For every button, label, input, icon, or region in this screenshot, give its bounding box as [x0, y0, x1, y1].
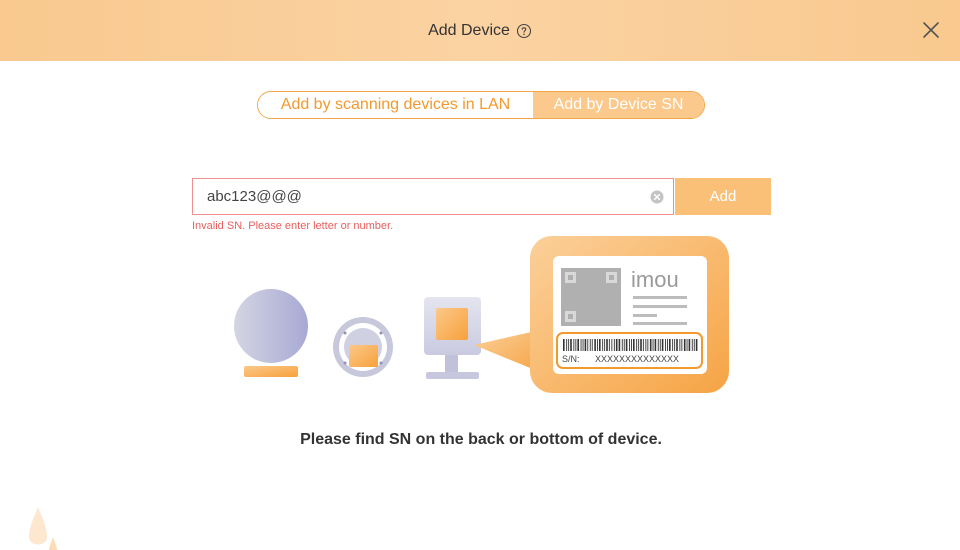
ball-camera-icon [234, 289, 308, 377]
sn-location-illustration: imou S/N: XXXXXXXXXXXXXX [234, 236, 729, 393]
round-camera-icon [333, 317, 393, 377]
brand-logo: imou [631, 267, 679, 292]
sn-value: XXXXXXXXXXXXXX [595, 354, 679, 364]
box-camera-icon [424, 297, 481, 379]
decorative-drop-icon [29, 507, 57, 550]
sn-label: S/N: [562, 354, 580, 364]
sn-label-card: imou S/N: XXXXXXXXXXXXXX [530, 236, 729, 393]
sn-location-hint: Please find SN on the back or bottom of … [300, 431, 662, 448]
